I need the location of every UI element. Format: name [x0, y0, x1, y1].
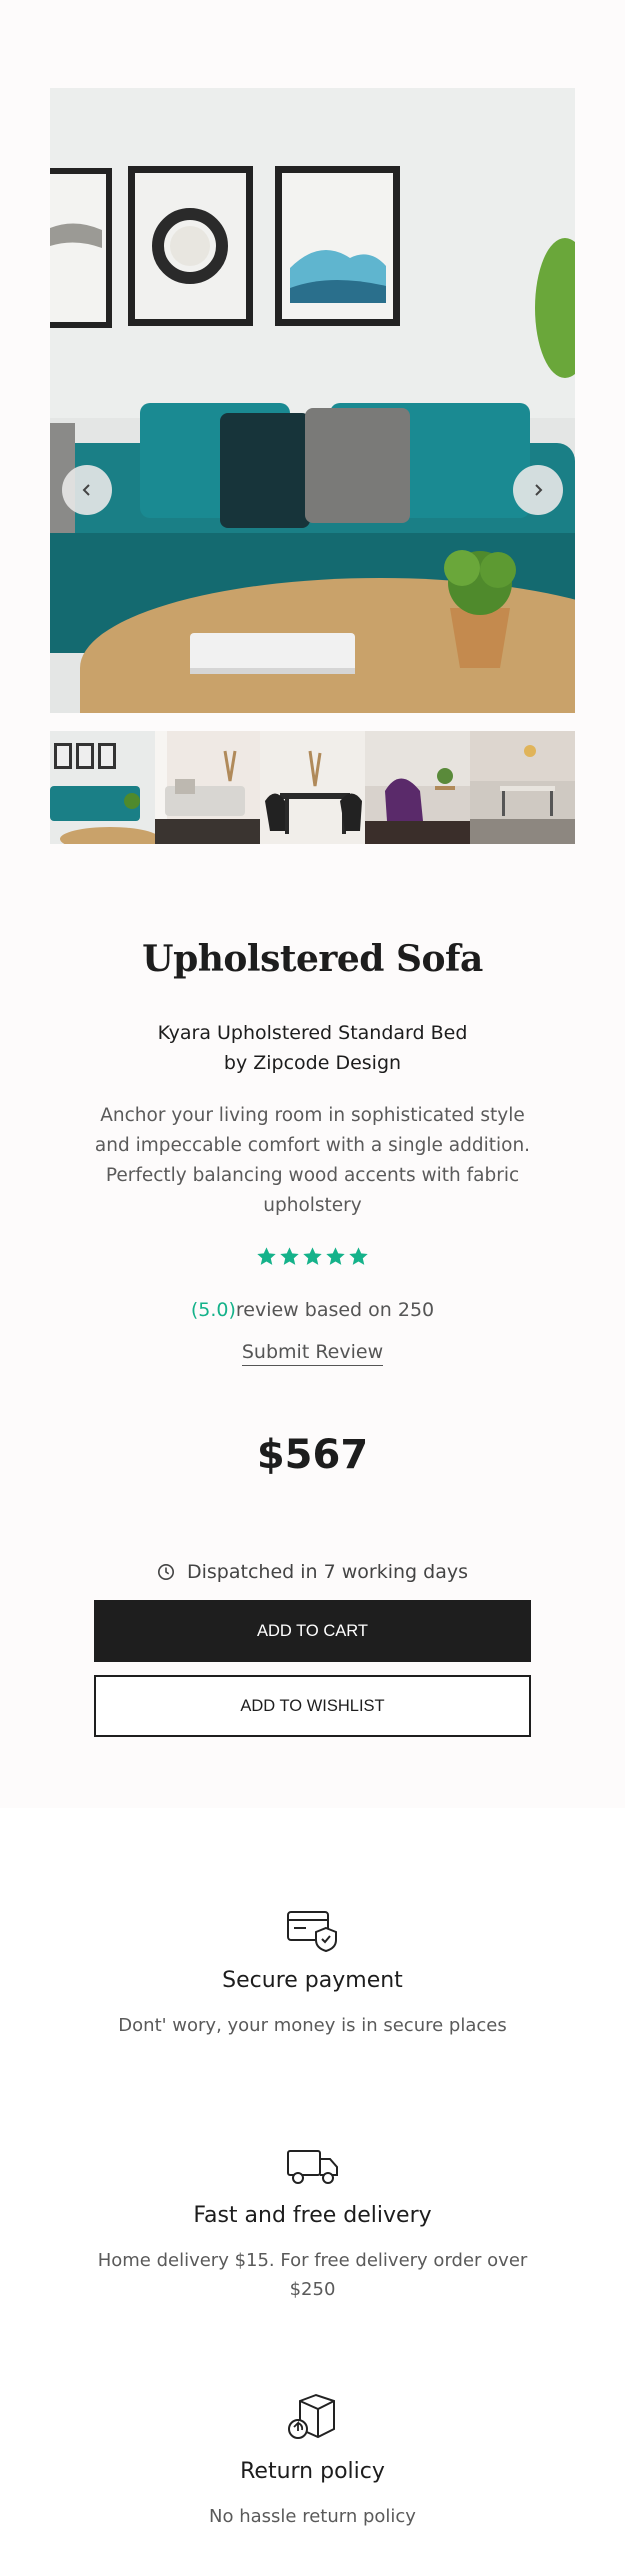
rating-score: (5.0) — [190, 1299, 236, 1321]
star-icon — [257, 1247, 276, 1265]
clock-icon — [157, 1563, 175, 1581]
product-brand: by Zipcode Design — [223, 1052, 402, 1074]
feature-title: Fast and free delivery — [193, 2203, 432, 2228]
thumbnail-5[interactable] — [470, 731, 575, 844]
thumbnail-1[interactable] — [50, 731, 155, 844]
features-section: Secure payment Dont' wory, your money is… — [0, 1808, 625, 2563]
product-price: $567 — [256, 1432, 369, 1478]
add-to-wishlist-button[interactable]: ADD TO WISHLIST — [94, 1675, 531, 1737]
chevron-left-icon — [82, 484, 90, 496]
rating-count-text: review based on 250 — [235, 1299, 435, 1321]
feature-title: Return policy — [240, 2459, 385, 2484]
chevron-right-icon — [535, 484, 543, 496]
thumbnail-4[interactable] — [365, 731, 470, 844]
thumbnail-3[interactable] — [260, 731, 365, 844]
feature-title: Secure payment — [222, 1968, 403, 1993]
star-icon — [349, 1247, 368, 1265]
feature-text: Dont' wory, your money is in secure plac… — [118, 2015, 507, 2036]
star-icon — [326, 1247, 345, 1265]
product-description: Anchor your living room in sophisticated… — [94, 1105, 531, 1216]
dispatch-text: Dispatched in 7 working days — [187, 1561, 468, 1583]
rating-summary: (5.0)review based on 250 — [0, 1296, 625, 1324]
gallery-prev-button[interactable] — [62, 465, 112, 515]
dispatch-info: Dispatched in 7 working days — [0, 1558, 625, 1586]
credit-card-shield-icon — [286, 1911, 337, 1952]
thumbnail-2[interactable] — [155, 731, 260, 844]
product-title: Upholstered Sofa — [142, 938, 483, 980]
star-rating — [0, 1246, 625, 1267]
feature-text: No hassle return policy — [209, 2506, 416, 2527]
product-model: Kyara Upholstered Standard Bed — [157, 1022, 468, 1044]
feature-secure-payment: Secure payment Dont' wory, your money is… — [0, 1908, 625, 2040]
return-box-icon — [287, 2393, 335, 2439]
star-icon — [303, 1247, 322, 1265]
gallery-next-button[interactable] — [513, 465, 563, 515]
submit-review-wrapper: Submit Review — [0, 1338, 625, 1366]
star-icon — [280, 1247, 299, 1265]
product-main-image — [50, 88, 575, 713]
add-to-cart-button[interactable]: ADD TO CART — [94, 1600, 531, 1662]
delivery-truck-icon — [286, 2150, 338, 2184]
feature-return-policy: Return policy No hassle return policy — [0, 2393, 625, 2531]
sofa-photo — [50, 88, 575, 713]
submit-review-link[interactable]: Submit Review — [241, 1341, 384, 1366]
feature-fast-delivery: Fast and free delivery Home delivery $15… — [0, 2143, 625, 2304]
product-subtitle: Kyara Upholstered Standard Bed by Zipcod… — [0, 1018, 625, 1078]
thumbnail-strip — [50, 731, 575, 844]
feature-text: Home delivery $15. For free delivery ord… — [97, 2250, 528, 2300]
